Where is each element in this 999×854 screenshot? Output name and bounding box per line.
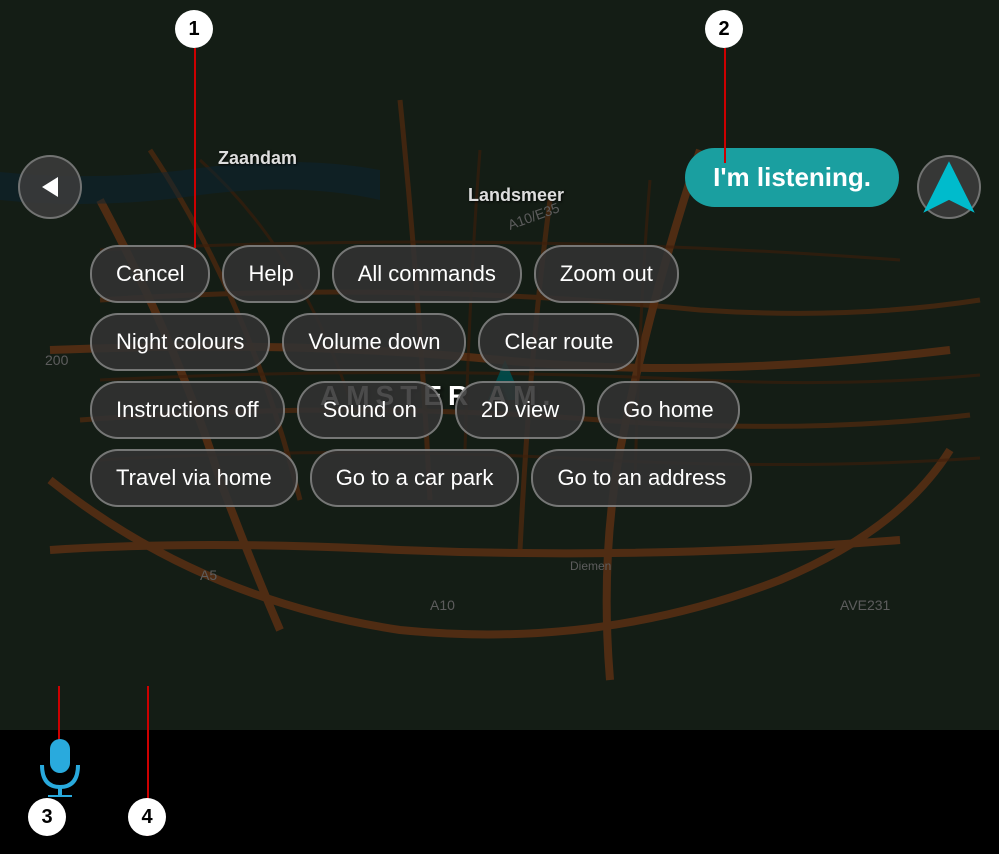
sound-on-button[interactable]: Sound on bbox=[297, 381, 443, 439]
travel-via-home-button[interactable]: Travel via home bbox=[90, 449, 298, 507]
2d-view-button[interactable]: 2D view bbox=[455, 381, 585, 439]
zoom-out-button[interactable]: Zoom out bbox=[534, 245, 679, 303]
instructions-off-button[interactable]: Instructions off bbox=[90, 381, 285, 439]
navigate-button[interactable] bbox=[917, 155, 981, 219]
label-number-1: 1 bbox=[175, 10, 213, 48]
commands-row-1: Cancel Help All commands Zoom out bbox=[90, 245, 989, 303]
volume-down-button[interactable]: Volume down bbox=[282, 313, 466, 371]
go-home-button[interactable]: Go home bbox=[597, 381, 740, 439]
commands-row-3: Instructions off Sound on 2D view Go hom… bbox=[90, 381, 989, 439]
commands-row-4: Travel via home Go to a car park Go to a… bbox=[90, 449, 989, 507]
commands-container: Cancel Help All commands Zoom out Night … bbox=[90, 245, 989, 507]
commands-row-2: Night colours Volume down Clear route bbox=[90, 313, 989, 371]
all-commands-button[interactable]: All commands bbox=[332, 245, 522, 303]
back-button[interactable] bbox=[18, 155, 82, 219]
map-label-zaandam: Zaandam bbox=[218, 148, 297, 169]
go-to-address-button[interactable]: Go to an address bbox=[531, 449, 752, 507]
clear-route-button[interactable]: Clear route bbox=[478, 313, 639, 371]
annotation-line-2 bbox=[724, 48, 726, 163]
go-to-car-park-button[interactable]: Go to a car park bbox=[310, 449, 520, 507]
map-label-landsmeer: Landsmeer bbox=[468, 185, 564, 206]
microphone-icon[interactable] bbox=[36, 737, 84, 802]
listening-bubble: I'm listening. bbox=[685, 148, 899, 207]
help-button[interactable]: Help bbox=[222, 245, 319, 303]
label-number-3: 3 bbox=[28, 798, 66, 836]
annotation-line-1 bbox=[194, 48, 196, 248]
label-number-2: 2 bbox=[705, 10, 743, 48]
night-colours-button[interactable]: Night colours bbox=[90, 313, 270, 371]
label-number-4: 4 bbox=[128, 798, 166, 836]
cancel-button[interactable]: Cancel bbox=[90, 245, 210, 303]
